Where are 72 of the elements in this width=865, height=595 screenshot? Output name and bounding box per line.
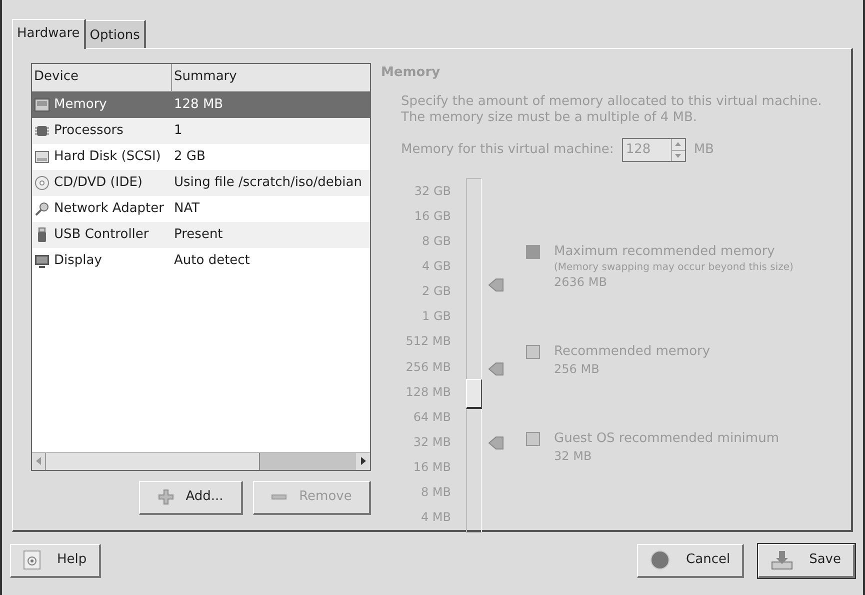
legend-label: Recommended memory: [554, 343, 710, 361]
tick-label: 1 GB: [422, 308, 451, 326]
legend-swatch: [526, 345, 540, 359]
tick-label: 4 MB: [420, 509, 451, 526]
cancel-button[interactable]: Cancel: [637, 544, 744, 578]
device-name: Processors: [54, 122, 124, 140]
help-button[interactable]: Help: [10, 544, 101, 578]
tick-label: 16 GB: [414, 208, 451, 226]
slider-track[interactable]: [466, 178, 482, 533]
tick-label: 16 MB: [413, 458, 451, 476]
tick-label: 2 GB: [422, 283, 451, 300]
drive-icon: [34, 148, 50, 164]
device-summary: 128 MB: [173, 96, 224, 114]
monitor-icon: [34, 252, 50, 268]
add-button[interactable]: Add...: [139, 480, 243, 514]
save-button[interactable]: Save: [758, 544, 855, 578]
legend-value: 256 MB: [554, 361, 600, 378]
device-summary: Auto detect: [173, 252, 251, 270]
device-name: Display: [54, 252, 102, 270]
device-row[interactable]: USB Controller Present: [32, 222, 370, 248]
save-tray-icon: [771, 550, 794, 570]
device-row[interactable]: Processors 1: [32, 118, 370, 144]
device-summary: Present: [173, 226, 224, 244]
horizontal-scrollbar[interactable]: [32, 452, 370, 470]
tick-label: 64 MB: [413, 408, 451, 426]
device-name: Network Adapter: [54, 200, 164, 218]
section-title: Memory: [381, 64, 442, 82]
marker-icon: [488, 362, 504, 376]
legend-note: (Memory swapping may occur beyond this size): [554, 261, 794, 274]
device-name: Hard Disk (SCSI): [54, 148, 161, 166]
minus-icon: [271, 494, 288, 500]
field-label: Memory for this virtual machine:: [401, 141, 614, 160]
device-name: CD/DVD (IDE): [54, 174, 142, 192]
device-summary: 1: [173, 122, 184, 140]
unit-label: MB: [694, 141, 714, 160]
stop-icon: [650, 550, 670, 570]
memory-chip-icon: [34, 96, 50, 112]
plus-icon: [158, 489, 174, 505]
scroll-left-icon[interactable]: [36, 457, 42, 465]
tab[interactable]: Options: [86, 20, 146, 48]
marker-icon: [488, 436, 504, 450]
device-row[interactable]: CD/DVD (IDE) Using file /scratch/iso/debian: [32, 170, 370, 196]
legend-swatch: [526, 245, 540, 259]
device-summary: 2 GB: [173, 148, 206, 166]
tick-label: 8 GB: [422, 233, 451, 250]
disc-icon: [34, 174, 50, 190]
column-header[interactable]: Summary: [172, 64, 370, 90]
legend-swatch: [526, 432, 540, 446]
scroll-right-icon[interactable]: [360, 457, 366, 465]
legend-value: 2636 MB: [554, 274, 608, 291]
marker-icon: [488, 278, 504, 292]
device-summary: Using file /scratch/iso/debian: [173, 174, 363, 192]
device-name: USB Controller: [54, 226, 149, 244]
tick-label: 32 GB: [414, 183, 451, 200]
legend-value: 32 MB: [554, 448, 593, 465]
tick-label: 128 MB: [406, 384, 451, 401]
help-icon: [23, 550, 41, 570]
device-row[interactable]: Memory 128 MB: [32, 92, 370, 118]
legend-label: Maximum recommended memory: [554, 243, 776, 261]
tick-label: 512 MB: [406, 333, 451, 350]
device-name: Memory: [54, 96, 107, 114]
column-header[interactable]: Device: [32, 64, 172, 90]
tick-label: 256 MB: [406, 358, 451, 376]
tab[interactable]: Hardware: [12, 19, 86, 48]
device-summary: NAT: [173, 200, 201, 218]
spin-down-icon[interactable]: [675, 154, 682, 158]
tick-label: 32 MB: [413, 434, 451, 451]
tick-label: 4 GB: [422, 258, 451, 276]
tick-label: 8 MB: [420, 484, 451, 501]
memory-description: Specify the amount of memory allocated to this virtual machine. The memory size must be a multiple of 4 MB.: [401, 94, 823, 126]
legend-label: Guest OS recommended minimum: [554, 430, 779, 448]
spin-up-icon[interactable]: [675, 142, 682, 146]
